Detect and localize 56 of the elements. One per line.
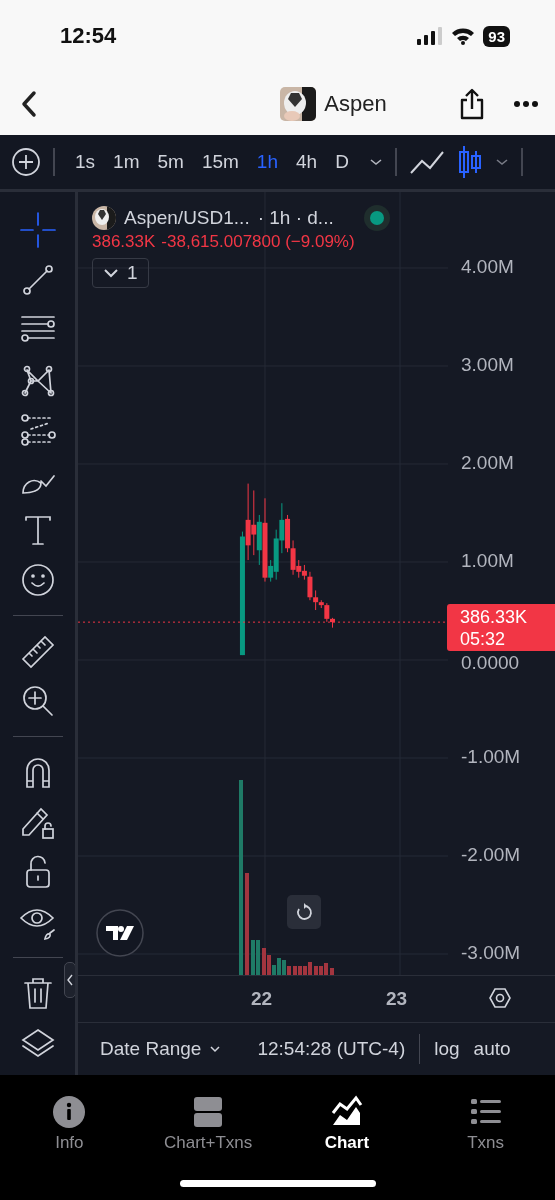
interval-label: · 1h · d...: [257, 207, 334, 229]
price-change: -38,615.007800 (−9.09%): [161, 232, 355, 252]
reset-button[interactable]: [287, 895, 321, 929]
coin-title: Aspen: [324, 90, 387, 117]
caret-icon: [209, 1045, 222, 1053]
back-icon[interactable]: [20, 89, 38, 118]
timeframe-tab[interactable]: 1m: [105, 147, 148, 177]
caret-icon[interactable]: [368, 157, 383, 167]
fib-icon[interactable]: [18, 411, 57, 449]
info-icon: [51, 1095, 88, 1129]
logo-icon[interactable]: [96, 909, 144, 957]
price-axis-label: 2.00M: [461, 452, 514, 474]
time-axis-label: 22: [251, 988, 273, 1010]
timeframe-tab[interactable]: 15m: [193, 147, 247, 177]
collapse-button[interactable]: 1: [92, 258, 149, 288]
price-axis-label: 3.00M: [461, 354, 514, 376]
price-axis-label: 4.00M: [461, 256, 514, 278]
countdown: 05:32: [460, 627, 507, 650]
status-time: 12:54: [60, 23, 117, 49]
price-axis-label: 0.0000: [461, 652, 520, 674]
clock-time: 12:54:28 (UTC-4): [257, 1038, 406, 1060]
crosshair-icon[interactable]: [18, 211, 57, 249]
candles-icon[interactable]: [456, 145, 483, 179]
price-axis-label: -3.00M: [461, 942, 521, 964]
timeframe-tab[interactable]: 4h: [288, 147, 326, 177]
add-indicator-icon[interactable]: [11, 147, 41, 177]
wifi-icon: [451, 27, 476, 45]
nav-tab[interactable]: Chart: [281, 1095, 412, 1153]
reset-icon: [294, 902, 314, 922]
last-price: 386.33K: [92, 232, 156, 252]
chevron-icon: [66, 973, 74, 987]
symbol-name[interactable]: Aspen/USD1...: [124, 207, 250, 229]
price-axis-label: 1.00M: [461, 550, 514, 572]
caret-icon[interactable]: [494, 157, 509, 167]
more-icon[interactable]: [513, 99, 539, 108]
log-button[interactable]: log: [434, 1038, 460, 1060]
timeframe-tab[interactable]: 1h: [248, 147, 286, 177]
signal-icon: [417, 27, 444, 45]
time-axis-label: 23: [386, 988, 408, 1010]
share-icon[interactable]: [459, 87, 485, 120]
battery-level: 93: [483, 25, 510, 47]
nav-tab[interactable]: Info: [4, 1095, 135, 1153]
auto-button[interactable]: auto: [473, 1038, 511, 1060]
collapse-handle[interactable]: [64, 962, 75, 998]
timeframe-tab[interactable]: 5m: [149, 147, 192, 177]
chevron-icon: [103, 268, 119, 278]
line-chart-icon[interactable]: [408, 149, 445, 175]
nav-tab[interactable]: Chart+Txns: [143, 1095, 274, 1153]
timeframe-tab[interactable]: D: [327, 147, 357, 177]
date-range-button[interactable]: Date Range: [92, 1038, 230, 1060]
nav-tab[interactable]: Txns: [420, 1095, 551, 1153]
timeframe-tab[interactable]: 1s: [67, 147, 104, 177]
settings-icon[interactable]: [488, 987, 512, 1009]
price-axis-label: -1.00M: [461, 746, 521, 768]
price-axis-label: -2.00M: [461, 844, 521, 866]
price-tag-value: 386.33K: [460, 605, 529, 628]
